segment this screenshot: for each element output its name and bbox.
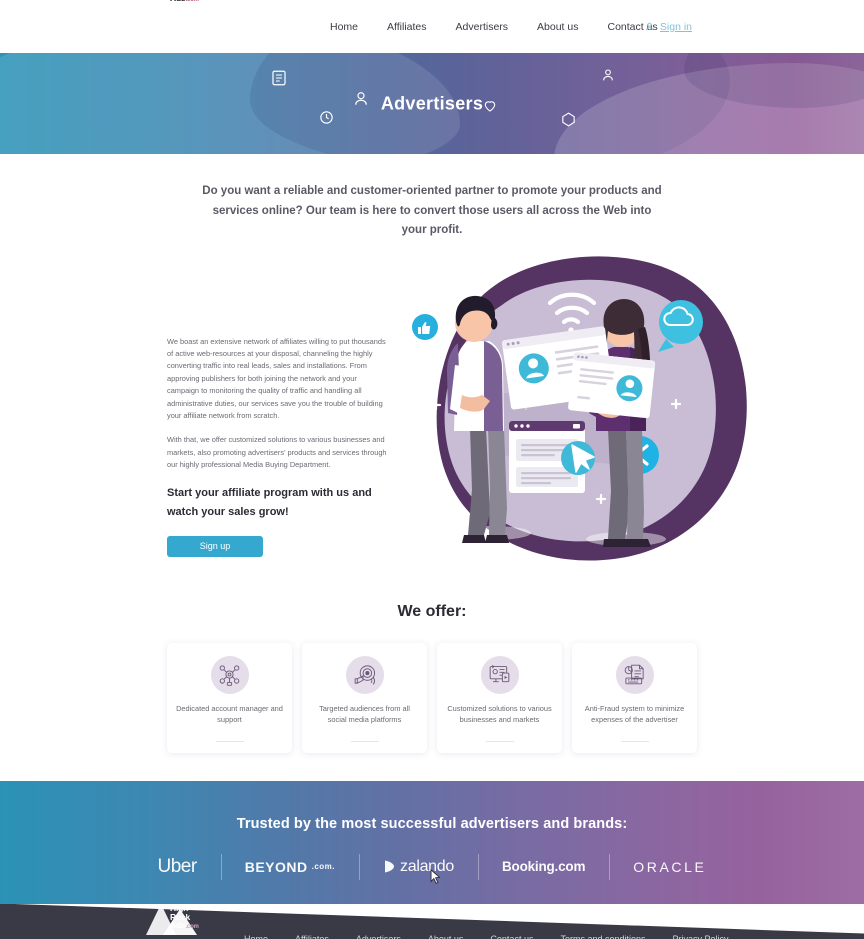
body-paragraph-1: We boast an extensive network of affilia…: [167, 336, 386, 420]
offer-card-text: Dedicated account manager and support: [176, 703, 283, 725]
offer-title: We offer:: [397, 602, 467, 620]
brand-oracle-label: ORACLE: [633, 858, 707, 875]
brand-beyond-label: BEYOND: [244, 858, 308, 875]
footer-nav-item-about-us[interactable]: About us: [428, 934, 464, 939]
advertisers-teamwork-illustration: [412, 255, 747, 561]
footer-nav-item-contact-us[interactable]: Contact us: [490, 934, 533, 939]
footer-nav-item-advertisers[interactable]: Advertisers: [356, 934, 401, 939]
nav-item-advertisers[interactable]: Advertisers: [456, 21, 509, 33]
card-divider: [620, 740, 649, 742]
sign-in-label: Sign in: [659, 20, 692, 33]
offer-card-targeted-audiences[interactable]: Targeted audiences from all social media…: [302, 642, 427, 753]
offer-card-dedicated-account[interactable]: Dedicated account manager and support: [167, 642, 292, 753]
hero-ghost-icon-1: [272, 70, 286, 86]
card-icon-wrap: [480, 655, 519, 694]
footer-nav-item-home[interactable]: Home: [244, 934, 268, 939]
offer-card-text: Targeted audiences from all social media…: [319, 703, 410, 725]
brands-title: Trusted by the most successful advertise…: [236, 815, 628, 832]
nav-item-affiliates[interactable]: Affiliates: [387, 21, 427, 33]
illo-browser-card-2: [568, 352, 656, 418]
brand-oracle: ORACLE: [609, 859, 730, 875]
body-paragraph-2: With that, we offer customized solutions…: [167, 435, 387, 470]
header-nav: Home Affiliates Advertisers About us Con…: [330, 0, 658, 53]
brand-uber-label: Uber: [157, 855, 198, 877]
main-section: We boast an extensive network of affilia…: [0, 241, 864, 601]
hero-ghost-icon-7: [603, 69, 613, 81]
hero-banner: Advertisers: [0, 53, 864, 154]
offer-card-anti-fraud[interactable]: Anti-Fraud system to minimize expenses o…: [572, 642, 697, 753]
offer-card-text: Customized solutions to various business…: [447, 703, 552, 725]
sign-in-button[interactable]: Sign in: [644, 0, 692, 53]
header-logo[interactable]: High Rock Ads.com: [146, 0, 215, 50]
user-icon: [645, 22, 653, 31]
brand-booking: Booking.com: [478, 859, 609, 874]
page-root: High Rock Ads.com Home Affiliates Advert…: [0, 0, 864, 939]
footer-nav-item-affiliates[interactable]: Affiliates: [295, 934, 329, 939]
sign-up-button[interactable]: Sign up: [167, 535, 263, 557]
footer-logo[interactable]: High Rock Ads.com: [146, 903, 215, 939]
card-icon-wrap: [210, 655, 249, 694]
footer-nav-item-privacy[interactable]: Privacy Policy: [673, 934, 729, 939]
network-hub-icon: [219, 665, 240, 686]
brand-beyond: BEYOND .com.: [221, 859, 359, 875]
card-divider: [350, 740, 379, 742]
main-copy: We boast an extensive network of affilia…: [167, 336, 389, 557]
megaphone-target-icon: [354, 665, 376, 685]
footer-nav: Home Affiliates Advertisers About us Con…: [244, 934, 729, 939]
monitor-content-icon: [489, 664, 510, 683]
footer-nav-item-terms[interactable]: Terms and conditions: [560, 934, 645, 939]
offer-card-customized-solutions[interactable]: Customized solutions to various business…: [437, 642, 562, 753]
site-header: High Rock Ads.com Home Affiliates Advert…: [0, 0, 864, 53]
zalando-mark-icon: [385, 860, 395, 873]
thumbs-up-badge: [412, 313, 438, 340]
site-footer: High Rock Ads.com Home Affiliates Advert…: [0, 903, 864, 939]
brand-zalando-label: zalando: [400, 857, 454, 875]
brand-uber: Uber: [134, 856, 221, 878]
intro-paragraph: Do you want a reliable and customer-orie…: [202, 185, 662, 236]
brands-section: Trusted by the most successful advertise…: [0, 780, 864, 904]
card-icon-wrap: [345, 655, 384, 694]
brand-booking-label: Booking.com: [501, 859, 586, 874]
nav-item-about-us[interactable]: About us: [537, 21, 578, 33]
page-title: Advertisers: [380, 93, 484, 113]
cta-heading: Start your affiliate program with us and…: [167, 486, 372, 518]
card-divider: [215, 740, 244, 742]
brand-zalando: zalando: [359, 858, 478, 876]
mouse-cursor: [430, 869, 441, 884]
cursor-click-icon: [561, 440, 595, 475]
nav-item-home[interactable]: Home: [330, 21, 358, 33]
offer-card-list: Dedicated account manager and support Ta…: [0, 642, 864, 753]
card-divider: [485, 740, 514, 742]
offer-card-text: Anti-Fraud system to minimize expenses o…: [584, 703, 685, 725]
document-chart-icon: [624, 664, 644, 685]
card-icon-wrap: [615, 655, 654, 694]
brand-beyond-suffix: .com.: [311, 862, 336, 871]
